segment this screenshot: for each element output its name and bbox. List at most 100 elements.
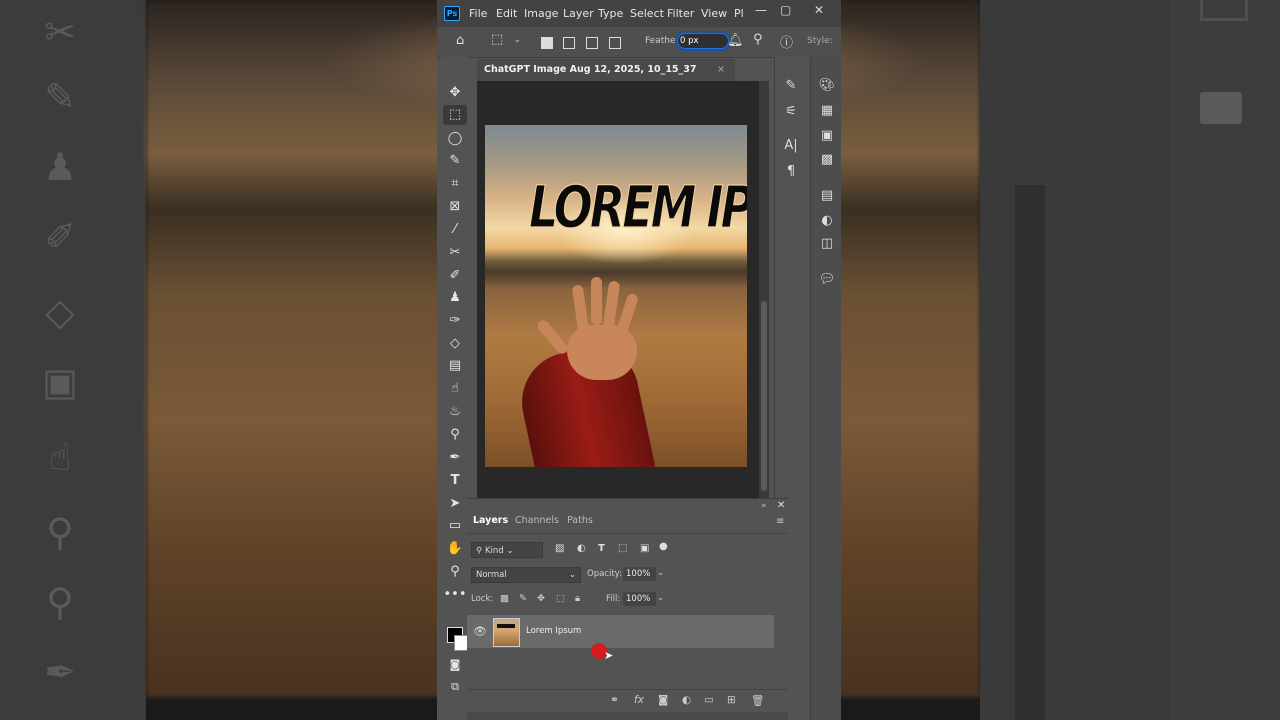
link-layers-icon[interactable]: ⚭: [610, 694, 619, 706]
delete-layer-icon[interactable]: 🗑︎: [751, 694, 764, 707]
pen-icon[interactable]: ✒: [443, 448, 467, 468]
pixel-filter-icon[interactable]: ▨: [555, 543, 564, 554]
dodge-icon[interactable]: ⚲: [443, 425, 467, 445]
properties-icon[interactable]: ◫: [817, 235, 837, 253]
subtract-selection-icon[interactable]: [586, 37, 598, 49]
lorem-ipsum-text[interactable]: LOREM IPSUM: [529, 172, 747, 241]
new-adjustment-icon[interactable]: ◐: [682, 694, 691, 706]
character-icon[interactable]: A|: [781, 137, 801, 155]
document-tab[interactable]: ChatGPT Image Aug 12, 2025, 10_15_37 AM.…: [477, 59, 735, 97]
feather-input[interactable]: 0 px: [677, 33, 729, 49]
eyedropper-icon[interactable]: ⁄: [443, 220, 467, 240]
smudge-icon[interactable]: ♨: [443, 402, 467, 422]
menu-select[interactable]: Select: [630, 7, 664, 20]
style-label[interactable]: Style:: [807, 36, 833, 46]
fill-chevron-icon[interactable]: ⌄: [657, 593, 664, 603]
comments-icon[interactable]: 💬︎: [817, 271, 837, 289]
rectangular-marquee-icon[interactable]: ⬚: [443, 105, 467, 125]
menu-layer[interactable]: Layer: [563, 7, 594, 20]
menu-filter[interactable]: Filter: [667, 7, 694, 20]
lock-transparent-icon[interactable]: ▩: [500, 593, 509, 604]
menu-file[interactable]: File: [469, 7, 487, 20]
gradients-icon[interactable]: ▣: [817, 127, 837, 145]
menu-type[interactable]: Type: [598, 7, 623, 20]
document-image[interactable]: LOREM IPSUM: [485, 125, 747, 467]
move-tool-icon[interactable]: ✥: [443, 83, 467, 103]
adjustments-icon[interactable]: ◐: [817, 212, 837, 230]
home-icon[interactable]: ⌂: [456, 33, 464, 48]
fill-input[interactable]: 100%: [623, 592, 656, 606]
tab-layers[interactable]: Layers: [473, 515, 508, 526]
close-window-button[interactable]: ✕: [814, 3, 824, 17]
smart-object-filter-icon[interactable]: ▣: [640, 543, 649, 554]
maximize-button[interactable]: ▢: [780, 3, 791, 17]
lock-all-icon[interactable]: 🔒︎: [575, 593, 580, 604]
lock-artboard-icon[interactable]: ⬚: [556, 593, 565, 604]
clone-stamp-icon[interactable]: ♟: [443, 288, 467, 308]
more-tools-icon[interactable]: •••: [443, 585, 467, 605]
layer-name[interactable]: Lorem Ipsum: [526, 626, 581, 636]
panel-menu-icon[interactable]: ≡: [776, 516, 784, 527]
marquee-preset-icon[interactable]: ⬚: [491, 32, 503, 47]
hand-icon[interactable]: ✋: [443, 539, 467, 559]
type-tool-icon[interactable]: T: [443, 471, 467, 491]
chevron-down-icon[interactable]: ⌄: [514, 35, 521, 44]
canvas-area[interactable]: LOREM IPSUM: [477, 81, 759, 499]
libraries-icon[interactable]: ▤: [817, 187, 837, 205]
gradient-icon[interactable]: ▤: [443, 356, 467, 376]
healing-brush-icon[interactable]: ✂: [443, 243, 467, 263]
bell-icon[interactable]: 🔔︎: [727, 33, 744, 48]
paragraph-icon[interactable]: ¶: [781, 163, 801, 181]
adjust-icon[interactable]: ⚟: [781, 103, 801, 121]
rectangle-icon[interactable]: ▭: [443, 516, 467, 536]
search-icon[interactable]: ⚲: [753, 32, 763, 47]
screen-mode-icon[interactable]: ⧉: [443, 677, 467, 697]
opacity-chevron-icon[interactable]: ⌄: [657, 568, 664, 578]
menu-view[interactable]: View: [701, 7, 727, 20]
close-document-icon[interactable]: ×: [717, 59, 725, 81]
filter-toggle-icon[interactable]: ●: [659, 541, 668, 552]
blend-mode-select[interactable]: Normal ⌄: [471, 567, 581, 583]
lasso-icon[interactable]: ◯: [443, 129, 467, 149]
quick-select-icon[interactable]: ✎: [443, 151, 467, 171]
scrollbar-thumb[interactable]: [761, 301, 767, 491]
lock-image-icon[interactable]: ✎: [519, 593, 527, 604]
close-panel-icon[interactable]: ✕: [777, 500, 785, 511]
tab-paths[interactable]: Paths: [567, 515, 593, 526]
type-filter-icon[interactable]: T: [598, 543, 605, 554]
eraser-icon[interactable]: ◇: [443, 334, 467, 354]
shape-filter-icon[interactable]: ⬚: [618, 543, 627, 554]
blur-icon[interactable]: ☝: [443, 379, 467, 399]
intersect-selection-icon[interactable]: [609, 37, 621, 49]
layer-row[interactable]: 👁︎ Lorem Ipsum: [467, 615, 774, 648]
new-group-icon[interactable]: ▭: [704, 694, 714, 706]
patterns-icon[interactable]: ▩: [817, 151, 837, 169]
add-selection-icon[interactable]: [563, 37, 575, 49]
color-icon[interactable]: 🎨︎: [817, 77, 837, 95]
lock-position-icon[interactable]: ✥: [537, 593, 545, 604]
frame-icon[interactable]: ⊠: [443, 197, 467, 217]
add-mask-icon[interactable]: ◙: [658, 694, 668, 706]
new-layer-icon[interactable]: ⊞: [727, 694, 736, 706]
fx-icon[interactable]: fx: [634, 694, 644, 706]
minimize-button[interactable]: —: [755, 3, 767, 17]
visibility-eye-icon[interactable]: 👁︎: [473, 625, 487, 638]
brush-icon[interactable]: ✐: [443, 266, 467, 286]
zoom-icon[interactable]: ⚲: [443, 562, 467, 582]
menu-edit[interactable]: Edit: [496, 7, 517, 20]
tab-channels[interactable]: Channels: [515, 515, 559, 526]
new-selection-icon[interactable]: [541, 37, 553, 49]
help-icon[interactable]: ⓘ: [780, 32, 793, 51]
quick-mask-icon[interactable]: ◙: [443, 655, 467, 675]
menu-plugins[interactable]: Pl: [734, 7, 744, 20]
brush-settings-icon[interactable]: ✎: [781, 77, 801, 95]
crop-icon[interactable]: ⌗: [443, 174, 467, 194]
history-brush-icon[interactable]: ✑: [443, 311, 467, 331]
collapse-panel-icon[interactable]: »: [761, 501, 767, 511]
vertical-scrollbar[interactable]: [759, 81, 769, 499]
opacity-input[interactable]: 100%: [623, 567, 656, 581]
kind-filter-select[interactable]: ⚲ Kind ⌄: [471, 542, 543, 558]
swatches-icon[interactable]: ▦: [817, 102, 837, 120]
menu-image[interactable]: Image: [524, 7, 558, 20]
adjustment-filter-icon[interactable]: ◐: [577, 543, 586, 554]
